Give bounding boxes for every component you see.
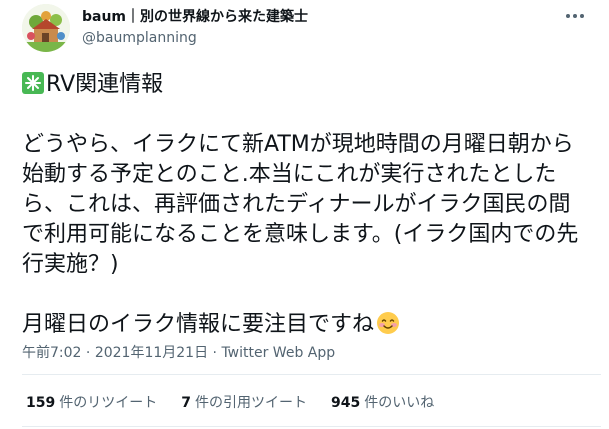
tweet-heading: RV関連情報 [46, 72, 164, 97]
tweet-source[interactable]: Twitter Web App [221, 345, 335, 361]
quotes-label: 件の引用ツイート [194, 395, 307, 411]
tweet-text: RV関連情報 どうやら、イラクにて新ATMが現地時間の月曜日朝から始動する予定と… [22, 70, 592, 344]
quotes-count: 7 [181, 395, 191, 411]
avatar[interactable] [22, 4, 70, 52]
tweet-date[interactable]: 2021年11月21日 [95, 345, 208, 361]
user-handle[interactable]: @baumplanning [82, 28, 308, 48]
tweet-meta: 午前7:02 · 2021年11月21日 · Twitter Web App [22, 342, 335, 362]
likes-count: 945 [330, 395, 361, 411]
likes-label: 件のいいね [364, 395, 435, 411]
more-options-icon[interactable] [563, 8, 587, 24]
dot [573, 14, 577, 18]
tweet-time[interactable]: 午前7:02 [22, 345, 81, 361]
engagement-stats: 159 件のリツイート 7 件の引用ツイート 945 件のいいね [26, 392, 434, 412]
tweet-paragraph: 月曜日のイラク情報に要注目ですね [22, 312, 375, 337]
avatar-illustration [22, 4, 70, 52]
tweet-paragraph: どうやら、イラクにて新ATMが現地時間の月曜日朝から始動する予定とのこと.本当に… [22, 132, 579, 277]
smiling-face-emoji [376, 311, 400, 344]
meta-separator: · [208, 345, 222, 361]
likes-stat[interactable]: 945 件のいいね [331, 392, 434, 412]
dot [580, 14, 584, 18]
meta-separator: · [81, 345, 95, 361]
divider [22, 426, 601, 427]
retweets-label: 件のリツイート [59, 395, 158, 411]
display-name[interactable]: baum｜別の世界線から来た建築士 [82, 8, 308, 26]
retweets-stat[interactable]: 159 件のリツイート [26, 392, 157, 412]
author-info: baum｜別の世界線から来た建築士 @baumplanning [82, 8, 308, 48]
divider [22, 374, 601, 375]
dot [566, 14, 570, 18]
quotes-stat[interactable]: 7 件の引用ツイート [181, 392, 307, 412]
retweets-count: 159 [26, 395, 56, 411]
sparkle-emoji [22, 72, 44, 94]
